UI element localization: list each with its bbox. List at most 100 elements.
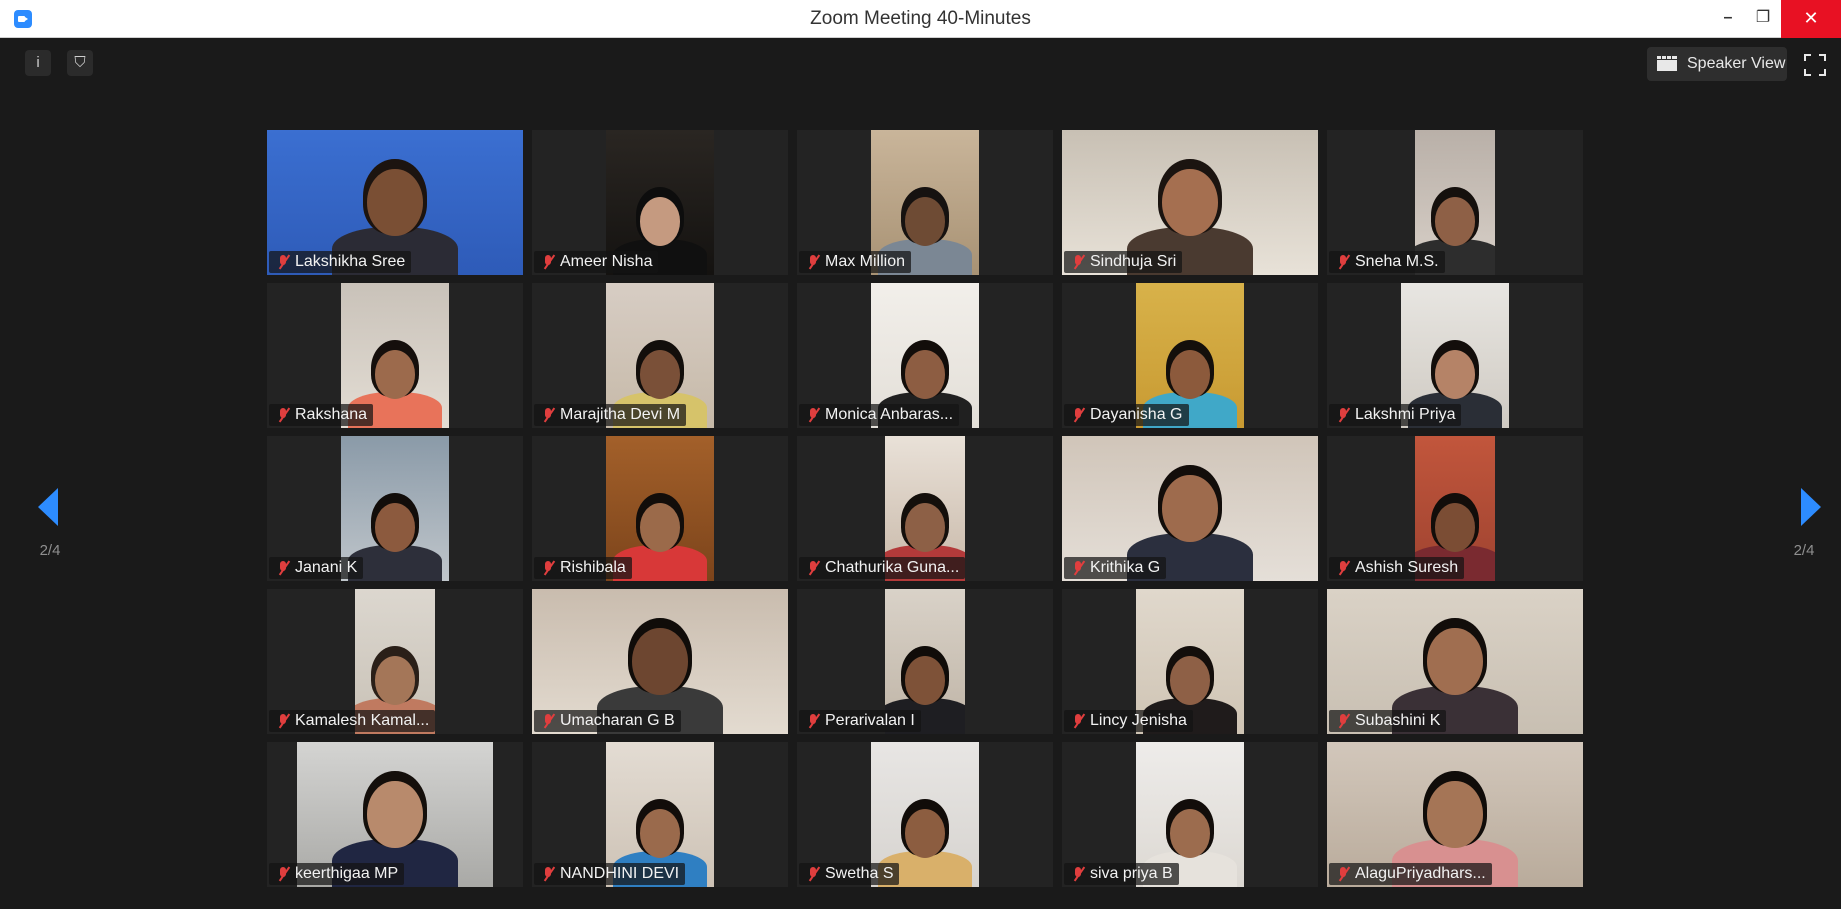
participant-name-tag: Monica Anbaras... — [799, 404, 960, 426]
participant-name: Marajitha Devi M — [560, 406, 681, 423]
muted-mic-icon — [1070, 713, 1086, 729]
participant-tile[interactable]: Sindhuja Sri — [1062, 130, 1318, 275]
muted-mic-icon — [275, 407, 291, 423]
participant-name: Lakshmi Priya — [1355, 406, 1456, 423]
participant-name: Sindhuja Sri — [1090, 253, 1177, 270]
participant-tile[interactable]: Lakshikha Sree — [267, 130, 523, 275]
participant-tile[interactable]: Swetha S — [797, 742, 1053, 887]
participant-name-tag: Ameer Nisha — [534, 251, 659, 273]
muted-mic-icon — [1070, 407, 1086, 423]
participant-name: NANDHINI DEVI — [560, 865, 680, 882]
participant-name: Janani K — [295, 559, 358, 576]
participant-name: Lincy Jenisha — [1090, 712, 1187, 729]
participant-name-tag: Subashini K — [1329, 710, 1447, 732]
muted-mic-icon — [540, 254, 556, 270]
participant-tile[interactable]: Krithika G — [1062, 436, 1318, 581]
muted-mic-icon — [1335, 254, 1351, 270]
participant-tile[interactable]: AlaguPriyadhars... — [1327, 742, 1583, 887]
muted-mic-icon — [275, 560, 291, 576]
participant-name-tag: Krithika G — [1064, 557, 1167, 579]
participant-tile[interactable]: Rishibala — [532, 436, 788, 581]
muted-mic-icon — [275, 866, 291, 882]
title-bar: Zoom Meeting 40-Minutes – ❐ ✕ — [0, 0, 1841, 38]
participant-tile[interactable]: Max Million — [797, 130, 1053, 275]
participant-name: Rishibala — [560, 559, 626, 576]
participant-name-tag: Lakshmi Priya — [1329, 404, 1462, 426]
meeting-info-icon[interactable]: i — [25, 50, 51, 76]
participant-tile[interactable]: Umacharan G B — [532, 589, 788, 734]
participant-tile[interactable]: NANDHINI DEVI — [532, 742, 788, 887]
next-page-arrow-icon[interactable] — [1801, 488, 1821, 526]
participant-name-tag: Perarivalan I — [799, 710, 921, 732]
participant-tile[interactable]: Janani K — [267, 436, 523, 581]
participant-tile[interactable]: siva priya B — [1062, 742, 1318, 887]
participant-name: Dayanisha G — [1090, 406, 1183, 423]
participant-name-tag: Ashish Suresh — [1329, 557, 1465, 579]
participant-name: AlaguPriyadhars... — [1355, 865, 1486, 882]
muted-mic-icon — [1070, 560, 1086, 576]
muted-mic-icon — [1335, 560, 1351, 576]
participant-name-tag: Max Million — [799, 251, 912, 273]
page-indicator-left: 2/4 — [39, 542, 61, 559]
muted-mic-icon — [1335, 407, 1351, 423]
page-indicator-right: 2/4 — [1793, 542, 1815, 559]
participant-name: Chathurika Guna... — [825, 559, 960, 576]
participant-name: Swetha S — [825, 865, 894, 882]
muted-mic-icon — [1070, 866, 1086, 882]
participant-name-tag: Umacharan G B — [534, 710, 681, 732]
gallery-grid: Lakshikha Sree Ameer Nisha Max Million Sind… — [267, 130, 1589, 888]
participant-tile[interactable]: Rakshana — [267, 283, 523, 428]
participant-tile[interactable]: Marajitha Devi M — [532, 283, 788, 428]
participant-name: Perarivalan I — [825, 712, 915, 729]
participant-name-tag: Kamalesh Kamal... — [269, 710, 436, 732]
muted-mic-icon — [805, 407, 821, 423]
participant-name-tag: Dayanisha G — [1064, 404, 1189, 426]
participant-tile[interactable]: Lincy Jenisha — [1062, 589, 1318, 734]
participant-name: Ashish Suresh — [1355, 559, 1459, 576]
participant-name: Lakshikha Sree — [295, 253, 406, 270]
participant-tile[interactable]: Monica Anbaras... — [797, 283, 1053, 428]
participant-name: Rakshana — [295, 406, 368, 423]
participant-name: Krithika G — [1090, 559, 1161, 576]
fullscreen-icon[interactable] — [1804, 54, 1826, 76]
participant-tile[interactable]: Chathurika Guna... — [797, 436, 1053, 581]
restore-button[interactable]: ❐ — [1740, 0, 1786, 38]
muted-mic-icon — [805, 866, 821, 882]
speaker-view-label: Speaker View — [1687, 55, 1786, 72]
participant-name: Subashini K — [1355, 712, 1441, 729]
participant-tile[interactable]: Perarivalan I — [797, 589, 1053, 734]
muted-mic-icon — [1335, 866, 1351, 882]
speaker-view-button[interactable]: Speaker View — [1647, 47, 1787, 81]
participant-name-tag: Marajitha Devi M — [534, 404, 687, 426]
participant-name-tag: Swetha S — [799, 863, 900, 885]
participant-name-tag: keerthigaa MP — [269, 863, 405, 885]
close-button[interactable]: ✕ — [1781, 0, 1841, 38]
participant-tile[interactable]: Lakshmi Priya — [1327, 283, 1583, 428]
security-shield-icon[interactable]: ⛉ — [67, 50, 93, 76]
participant-tile[interactable]: Ameer Nisha — [532, 130, 788, 275]
participant-name: keerthigaa MP — [295, 865, 399, 882]
participant-tile[interactable]: Dayanisha G — [1062, 283, 1318, 428]
participant-name: Kamalesh Kamal... — [295, 712, 430, 729]
previous-page-arrow-icon[interactable] — [38, 488, 58, 526]
participant-name-tag: Janani K — [269, 557, 364, 579]
participant-name-tag: Lakshikha Sree — [269, 251, 412, 273]
muted-mic-icon — [275, 713, 291, 729]
participant-name-tag: Rishibala — [534, 557, 632, 579]
participant-name-tag: AlaguPriyadhars... — [1329, 863, 1492, 885]
muted-mic-icon — [540, 713, 556, 729]
participant-tile[interactable]: Kamalesh Kamal... — [267, 589, 523, 734]
participant-name-tag: NANDHINI DEVI — [534, 863, 686, 885]
muted-mic-icon — [540, 560, 556, 576]
participant-name-tag: Sindhuja Sri — [1064, 251, 1183, 273]
participant-name-tag: Chathurika Guna... — [799, 557, 966, 579]
participant-name-tag: Rakshana — [269, 404, 374, 426]
participant-tile[interactable]: keerthigaa MP — [267, 742, 523, 887]
participant-name: Sneha M.S. — [1355, 253, 1439, 270]
participant-tile[interactable]: Ashish Suresh — [1327, 436, 1583, 581]
participant-tile[interactable]: Sneha M.S. — [1327, 130, 1583, 275]
muted-mic-icon — [805, 560, 821, 576]
muted-mic-icon — [1335, 713, 1351, 729]
participant-tile[interactable]: Subashini K — [1327, 589, 1583, 734]
participant-name: Max Million — [825, 253, 906, 270]
